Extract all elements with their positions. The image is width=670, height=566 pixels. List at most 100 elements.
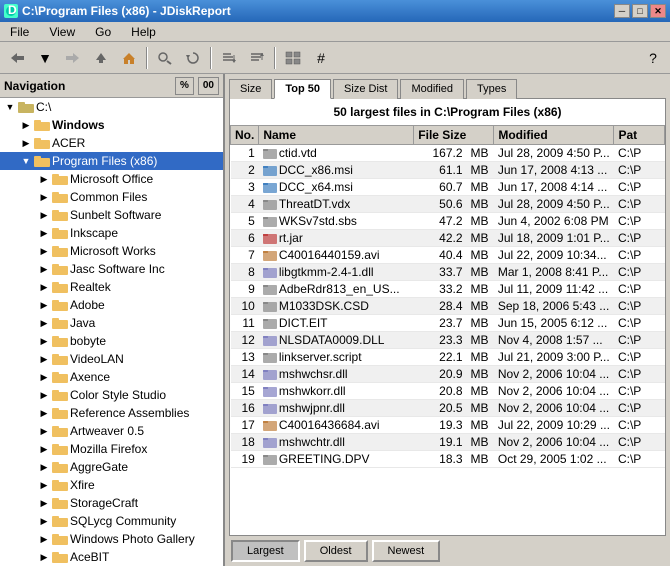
tree-item-inkscape[interactable]: ▶ Inkscape: [0, 224, 223, 242]
table-scroll-area[interactable]: No. Name File Size Modified Pat 1 ctid.v…: [230, 125, 665, 535]
maximize-button[interactable]: □: [632, 4, 648, 18]
cell-size: 20.5: [414, 400, 467, 417]
close-button[interactable]: ✕: [650, 4, 666, 18]
menu-help[interactable]: Help: [125, 23, 162, 41]
tree-item-sunbelt[interactable]: ▶ Sunbelt Software: [0, 206, 223, 224]
tree-item-acer[interactable]: ▶ ACER: [0, 134, 223, 152]
cell-size: 61.1: [414, 162, 467, 179]
tree-item-aggregate[interactable]: ▶ AggreGate: [0, 458, 223, 476]
newest-button[interactable]: Newest: [372, 540, 441, 562]
table-row[interactable]: 1 ctid.vtd 167.2 MB Jul 28, 2009 4:50 P.…: [231, 145, 665, 162]
col-header-no[interactable]: No.: [231, 126, 259, 145]
table-row[interactable]: 18 mshwchtr.dll 19.1 MB Nov 2, 2006 10:0…: [231, 434, 665, 451]
oldest-button[interactable]: Oldest: [304, 540, 368, 562]
tree-item-commonfiles[interactable]: ▶ Common Files: [0, 188, 223, 206]
help-button[interactable]: ?: [640, 45, 666, 71]
menu-view[interactable]: View: [43, 23, 81, 41]
cell-no: 10: [231, 298, 259, 315]
menu-go[interactable]: Go: [89, 23, 117, 41]
tab-types[interactable]: Types: [466, 79, 517, 99]
file-tree[interactable]: ▼ C:\ ▶ Windows ▶ ACER ▼: [0, 98, 223, 566]
table-row[interactable]: 2 DCC_x86.msi 61.1 MB Jun 17, 2008 4:13 …: [231, 162, 665, 179]
home-button[interactable]: [116, 45, 142, 71]
sort-desc-button[interactable]: [244, 45, 270, 71]
menu-bar: File View Go Help: [0, 22, 670, 42]
table-row[interactable]: 7 C40016440159.avi 40.4 MB Jul 22, 2009 …: [231, 247, 665, 264]
table-row[interactable]: 16 mshwjpnr.dll 20.5 MB Nov 2, 2006 10:0…: [231, 400, 665, 417]
tree-item-videolan[interactable]: ▶ VideoLAN: [0, 350, 223, 368]
table-row[interactable]: 11 DICT.EIT 23.7 MB Jun 15, 2005 6:12 ..…: [231, 315, 665, 332]
cell-no: 13: [231, 349, 259, 366]
toolbar-separator-2: [210, 47, 212, 69]
hash-button[interactable]: #: [308, 45, 334, 71]
table-row[interactable]: 12 NLSDATA0009.DLL 23.3 MB Nov 4, 2008 1…: [231, 332, 665, 349]
tab-modified[interactable]: Modified: [400, 79, 464, 99]
table-row[interactable]: 5 WKSv7std.sbs 47.2 MB Jun 4, 2002 6:08 …: [231, 213, 665, 230]
tree-root[interactable]: ▼ C:\: [0, 98, 223, 116]
refresh-button[interactable]: [180, 45, 206, 71]
cell-size: 19.3: [414, 417, 467, 434]
table-row[interactable]: 4 ThreatDT.vdx 50.6 MB Jul 28, 2009 4:50…: [231, 196, 665, 213]
table-row[interactable]: 6 rt.jar 42.2 MB Jul 18, 2009 1:01 P... …: [231, 230, 665, 247]
cell-name: WKSv7std.sbs: [259, 213, 414, 230]
tree-item-colorstudio[interactable]: ▶ Color Style Studio: [0, 386, 223, 404]
tree-item-sqlycg[interactable]: ▶ SQLycg Community: [0, 512, 223, 530]
table-row[interactable]: 13 linkserver.script 22.1 MB Jul 21, 200…: [231, 349, 665, 366]
tree-item-msworks[interactable]: ▶ Microsoft Works: [0, 242, 223, 260]
col-header-path[interactable]: Pat: [614, 126, 665, 145]
tree-item-acebit[interactable]: ▶ AceBIT: [0, 548, 223, 566]
cell-modified: Jul 11, 2009 11:42 ...: [494, 281, 614, 298]
largest-button[interactable]: Largest: [231, 540, 300, 562]
view-button[interactable]: [280, 45, 306, 71]
tree-item-artweaver[interactable]: ▶ Artweaver 0.5: [0, 422, 223, 440]
tree-item-jasc[interactable]: ▶ Jasc Software Inc: [0, 260, 223, 278]
tree-item-adobe[interactable]: ▶ Adobe: [0, 296, 223, 314]
tab-sizedist[interactable]: Size Dist: [333, 79, 398, 99]
tree-item-axence[interactable]: ▶ Axence: [0, 368, 223, 386]
tree-item-realtek[interactable]: ▶ Realtek: [0, 278, 223, 296]
cell-size: 19.1: [414, 434, 467, 451]
table-row[interactable]: 10 M1033DSK.CSD 28.4 MB Sep 18, 2006 5:4…: [231, 298, 665, 315]
tree-item-msoffice[interactable]: ▶ Microsoft Office: [0, 170, 223, 188]
cell-modified: Sep 18, 2006 5:43 ...: [494, 298, 614, 315]
table-row[interactable]: 17 C40016436684.avi 19.3 MB Jul 22, 2009…: [231, 417, 665, 434]
up-button[interactable]: [88, 45, 114, 71]
cell-name: C40016436684.avi: [259, 417, 414, 434]
table-row[interactable]: 8 libgtkmm-2.4-1.dll 33.7 MB Mar 1, 2008…: [231, 264, 665, 281]
table-row[interactable]: 9 AdbeRdr813_en_US... 33.2 MB Jul 11, 20…: [231, 281, 665, 298]
col-header-name[interactable]: Name: [259, 126, 414, 145]
sort-asc-button[interactable]: [216, 45, 242, 71]
root-toggle[interactable]: ▼: [2, 99, 18, 115]
table-row[interactable]: 15 mshwkorr.dll 20.8 MB Nov 2, 2006 10:0…: [231, 383, 665, 400]
tree-item-firefox[interactable]: ▶ Mozilla Firefox: [0, 440, 223, 458]
bottom-bar: Largest Oldest Newest: [225, 536, 670, 566]
tab-top50[interactable]: Top 50: [274, 79, 331, 99]
tree-item-wpg[interactable]: ▶ Windows Photo Gallery: [0, 530, 223, 548]
tab-size[interactable]: Size: [229, 79, 272, 99]
cell-size: 23.3: [414, 332, 467, 349]
table-row[interactable]: 3 DCC_x64.msi 60.7 MB Jun 17, 2008 4:14 …: [231, 179, 665, 196]
table-row[interactable]: 19 GREETING.DPV 18.3 MB Oct 29, 2005 1:0…: [231, 451, 665, 468]
tree-item-java[interactable]: ▶ Java: [0, 314, 223, 332]
tree-item-storagecraft[interactable]: ▶ StorageCraft: [0, 494, 223, 512]
col-header-modified[interactable]: Modified: [494, 126, 614, 145]
forward-button[interactable]: [60, 45, 86, 71]
tree-item-bobyte[interactable]: ▶ bobyte: [0, 332, 223, 350]
size-button[interactable]: 00: [198, 77, 219, 95]
percent-button[interactable]: %: [175, 77, 194, 95]
search-button[interactable]: [152, 45, 178, 71]
back-button[interactable]: [4, 45, 30, 71]
cell-unit: MB: [467, 230, 494, 247]
cell-modified: Nov 2, 2006 10:04 ...: [494, 434, 614, 451]
tree-item-programfiles[interactable]: ▼ Program Files (x86): [0, 152, 223, 170]
cell-size: 22.1: [414, 349, 467, 366]
table-row[interactable]: 14 mshwchsr.dll 20.9 MB Nov 2, 2006 10:0…: [231, 366, 665, 383]
tree-item-xfire[interactable]: ▶ Xfire: [0, 476, 223, 494]
col-header-filesize[interactable]: File Size: [414, 126, 494, 145]
menu-file[interactable]: File: [4, 23, 35, 41]
minimize-button[interactable]: ─: [614, 4, 630, 18]
back-dropdown[interactable]: ▼: [32, 45, 58, 71]
tree-item-windows[interactable]: ▶ Windows: [0, 116, 223, 134]
tree-item-refassemblies[interactable]: ▶ Reference Assemblies: [0, 404, 223, 422]
cell-path: C:\P: [614, 417, 665, 434]
